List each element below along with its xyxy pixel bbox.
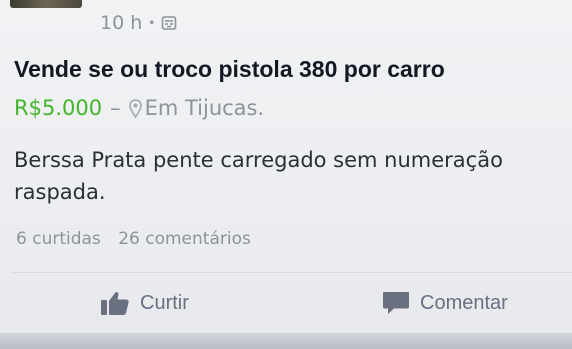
price-location-row: R$5.000 – Em Tijucas. <box>14 96 264 120</box>
comment-label: Comentar <box>420 291 508 314</box>
likes-count[interactable]: 6 curtidas <box>16 229 101 249</box>
thumbs-up-icon <box>100 290 130 316</box>
meta-separator: • <box>148 16 156 30</box>
price-separator: – <box>110 96 121 120</box>
post-title: Vende se ou troco pistola 380 por carro <box>14 56 445 82</box>
like-button[interactable]: Curtir <box>100 286 189 320</box>
description-line: Berssa Prata pente carregado sem numeraç… <box>14 148 503 172</box>
post-description: Berssa Prata pente carregado sem numeraç… <box>14 144 572 208</box>
post-meta: 10 h • <box>100 10 177 36</box>
location-label[interactable]: Em Tijucas. <box>145 96 265 120</box>
card-bottom-edge <box>0 333 572 349</box>
public-globe-icon[interactable] <box>161 15 177 31</box>
post-timestamp[interactable]: 10 h <box>100 12 142 34</box>
map-pin-icon <box>128 98 142 118</box>
divider <box>12 272 572 273</box>
like-label: Curtir <box>140 291 189 314</box>
speech-bubble-icon <box>382 289 410 317</box>
description-line: raspada. <box>14 180 106 204</box>
comments-count[interactable]: 26 comentários <box>118 229 251 249</box>
comment-button[interactable]: Comentar <box>382 286 508 320</box>
avatar[interactable] <box>10 0 82 8</box>
reaction-counts: 6 curtidas 26 comentários <box>16 229 251 249</box>
marketplace-post-card: 10 h • Vende se ou troco pistola 380 por… <box>0 0 572 349</box>
price-label: R$5.000 <box>14 96 103 120</box>
